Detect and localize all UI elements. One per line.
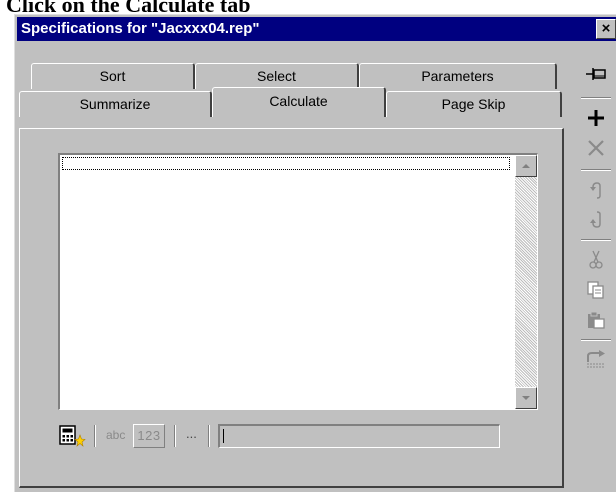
validate-button[interactable] [581,345,611,375]
delete-icon [588,140,604,156]
toolbar-separator [174,425,176,447]
expression-field[interactable] [218,424,500,448]
paste-button[interactable] [581,305,611,335]
tab-page-skip-label: Page Skip [441,96,506,112]
add-button[interactable] [581,103,611,133]
scroll-down-button[interactable] [515,387,537,409]
toolbar-separator [581,97,611,99]
text-caret [223,429,224,443]
cut-button[interactable] [581,245,611,275]
tab-summarize-label: Summarize [79,96,151,112]
copy-icon [587,281,604,299]
pin-button[interactable] [581,59,611,89]
move-up-button[interactable] [581,175,611,205]
scroll-up-button[interactable] [515,155,537,177]
new-calculation-icon[interactable] [58,424,86,448]
vertical-scrollbar[interactable] [515,155,537,409]
text-type-button[interactable]: abc [106,428,125,442]
tab-summarize[interactable]: Summarize [19,91,212,117]
expression-toolbar: abc 123 ... [58,422,548,452]
cut-icon [589,250,603,269]
add-icon [588,110,604,126]
numeric-type-button[interactable]: 123 [133,424,165,448]
tab-select[interactable]: Select [195,63,359,89]
list-item[interactable] [62,157,510,170]
close-button[interactable]: × [596,19,616,39]
tab-calculate-label: Calculate [269,93,328,109]
tab-select-label: Select [257,68,296,84]
tab-calculate[interactable]: Calculate [212,87,386,117]
tab-parameters[interactable]: Parameters [359,63,557,89]
calculate-tab-panel: abc 123 ... [19,128,564,488]
paste-icon [588,311,605,329]
toolbar-separator [208,425,210,447]
tab-sort[interactable]: Sort [31,63,195,89]
validate-icon [587,350,605,368]
tab-parameters-label: Parameters [421,68,494,84]
tab-sort-label: Sort [99,68,126,84]
arrow-up-icon [522,164,530,168]
move-down-button[interactable] [581,205,611,235]
move-up-icon [590,182,601,199]
tab-page-skip[interactable]: Page Skip [386,91,562,117]
toolbar-separator [581,339,611,341]
copy-button[interactable] [581,275,611,305]
title-bar[interactable]: Specifications for "Jacxxx04.rep" × [17,17,616,41]
toolbar-separator [581,239,611,241]
toolbar-separator [581,169,611,171]
pin-icon [586,68,606,80]
dialog-title: Specifications for "Jacxxx04.rep" [21,20,260,37]
ellipsis-button[interactable]: ... [186,426,197,441]
move-down-icon [590,211,601,228]
delete-button[interactable] [581,133,611,163]
calculation-list[interactable] [58,153,538,410]
toolbar-separator [94,425,96,447]
arrow-down-icon [522,396,530,400]
specifications-dialog: Specifications for "Jacxxx04.rep" × Sort… [14,14,616,492]
